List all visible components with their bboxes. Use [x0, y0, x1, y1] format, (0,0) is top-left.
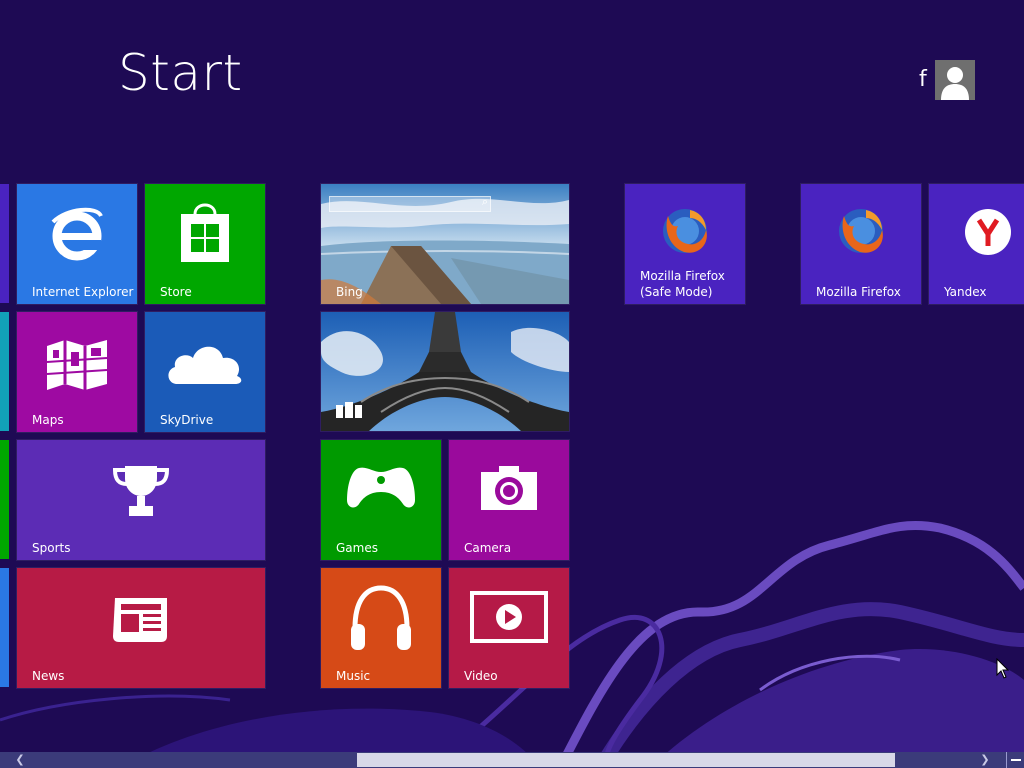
cloud-icon: [168, 346, 242, 384]
tile-label: Mozilla Firefox (Safe Mode): [640, 269, 725, 299]
avatar[interactable]: [934, 60, 975, 100]
tile-maps[interactable]: Maps: [16, 311, 138, 433]
firefox-icon: [839, 209, 883, 253]
semantic-zoom-button[interactable]: [1006, 752, 1024, 768]
tile-label: SkyDrive: [160, 413, 214, 427]
scroll-left-arrow-icon[interactable]: ❮: [12, 752, 28, 768]
tile-label: Sports: [32, 541, 71, 555]
user-name: f: [919, 67, 927, 92]
tile-photos[interactable]: [320, 311, 570, 432]
page-title: Start: [118, 44, 243, 102]
tile-label: Bing: [336, 285, 363, 299]
user-account[interactable]: f: [919, 60, 975, 100]
scroll-right-arrow-icon[interactable]: ❯: [977, 752, 993, 768]
tile-music[interactable]: Music: [320, 567, 442, 689]
tile-label: News: [32, 669, 65, 683]
newspaper-icon: [113, 598, 167, 642]
tile-store[interactable]: Store: [144, 183, 266, 305]
store-bag-icon: [181, 203, 229, 262]
tile-video[interactable]: Video: [448, 567, 570, 689]
bing-search-box[interactable]: ⌕: [329, 195, 491, 212]
maps-icon: [46, 340, 108, 390]
camera-icon: [481, 466, 537, 510]
tile-yandex[interactable]: Yandex: [928, 183, 1024, 305]
tile-label: Yandex: [944, 285, 987, 299]
tile-games[interactable]: Games: [320, 439, 442, 561]
internet-explorer-icon: [51, 207, 103, 261]
search-icon: ⌕: [481, 195, 488, 208]
user-silhouette-icon: [940, 67, 969, 100]
tile-skydrive[interactable]: SkyDrive: [144, 311, 266, 433]
yandex-icon: [965, 209, 1011, 255]
firefox-icon: [663, 209, 707, 253]
tile-bing[interactable]: ⌕ Bing: [320, 183, 570, 305]
tile-label: Music: [336, 669, 371, 683]
tile-label: Maps: [32, 413, 64, 427]
partial-tile-left-3[interactable]: [0, 440, 9, 559]
tile-label: Camera: [464, 541, 512, 555]
trophy-icon: [113, 466, 169, 516]
horizontal-scrollbar[interactable]: ❮ ❯: [0, 752, 1024, 768]
partial-tile-left-1[interactable]: [0, 184, 9, 303]
photos-icon: [336, 402, 362, 418]
tile-sports[interactable]: Sports: [16, 439, 266, 561]
mouse-cursor-icon: [996, 658, 1010, 679]
tile-camera[interactable]: Camera: [448, 439, 570, 561]
tile-label: Games: [336, 541, 378, 555]
tile-internet-explorer[interactable]: Internet Explorer: [16, 183, 138, 305]
tile-label: Store: [160, 285, 192, 299]
partial-tile-left-2[interactable]: [0, 312, 9, 431]
tile-firefox[interactable]: Mozilla Firefox: [800, 183, 922, 305]
tile-label: Mozilla Firefox: [816, 285, 901, 299]
tile-firefox-safe-mode[interactable]: Mozilla Firefox (Safe Mode): [624, 183, 746, 305]
tile-news[interactable]: News: [16, 567, 266, 689]
scrollbar-thumb[interactable]: [357, 753, 895, 767]
tile-label: Internet Explorer: [32, 285, 134, 299]
partial-tile-left-4[interactable]: [0, 568, 9, 687]
tile-label: Video: [464, 669, 498, 683]
video-play-icon: [470, 591, 548, 643]
game-controller-icon: [347, 467, 415, 508]
headphones-icon: [351, 585, 411, 650]
